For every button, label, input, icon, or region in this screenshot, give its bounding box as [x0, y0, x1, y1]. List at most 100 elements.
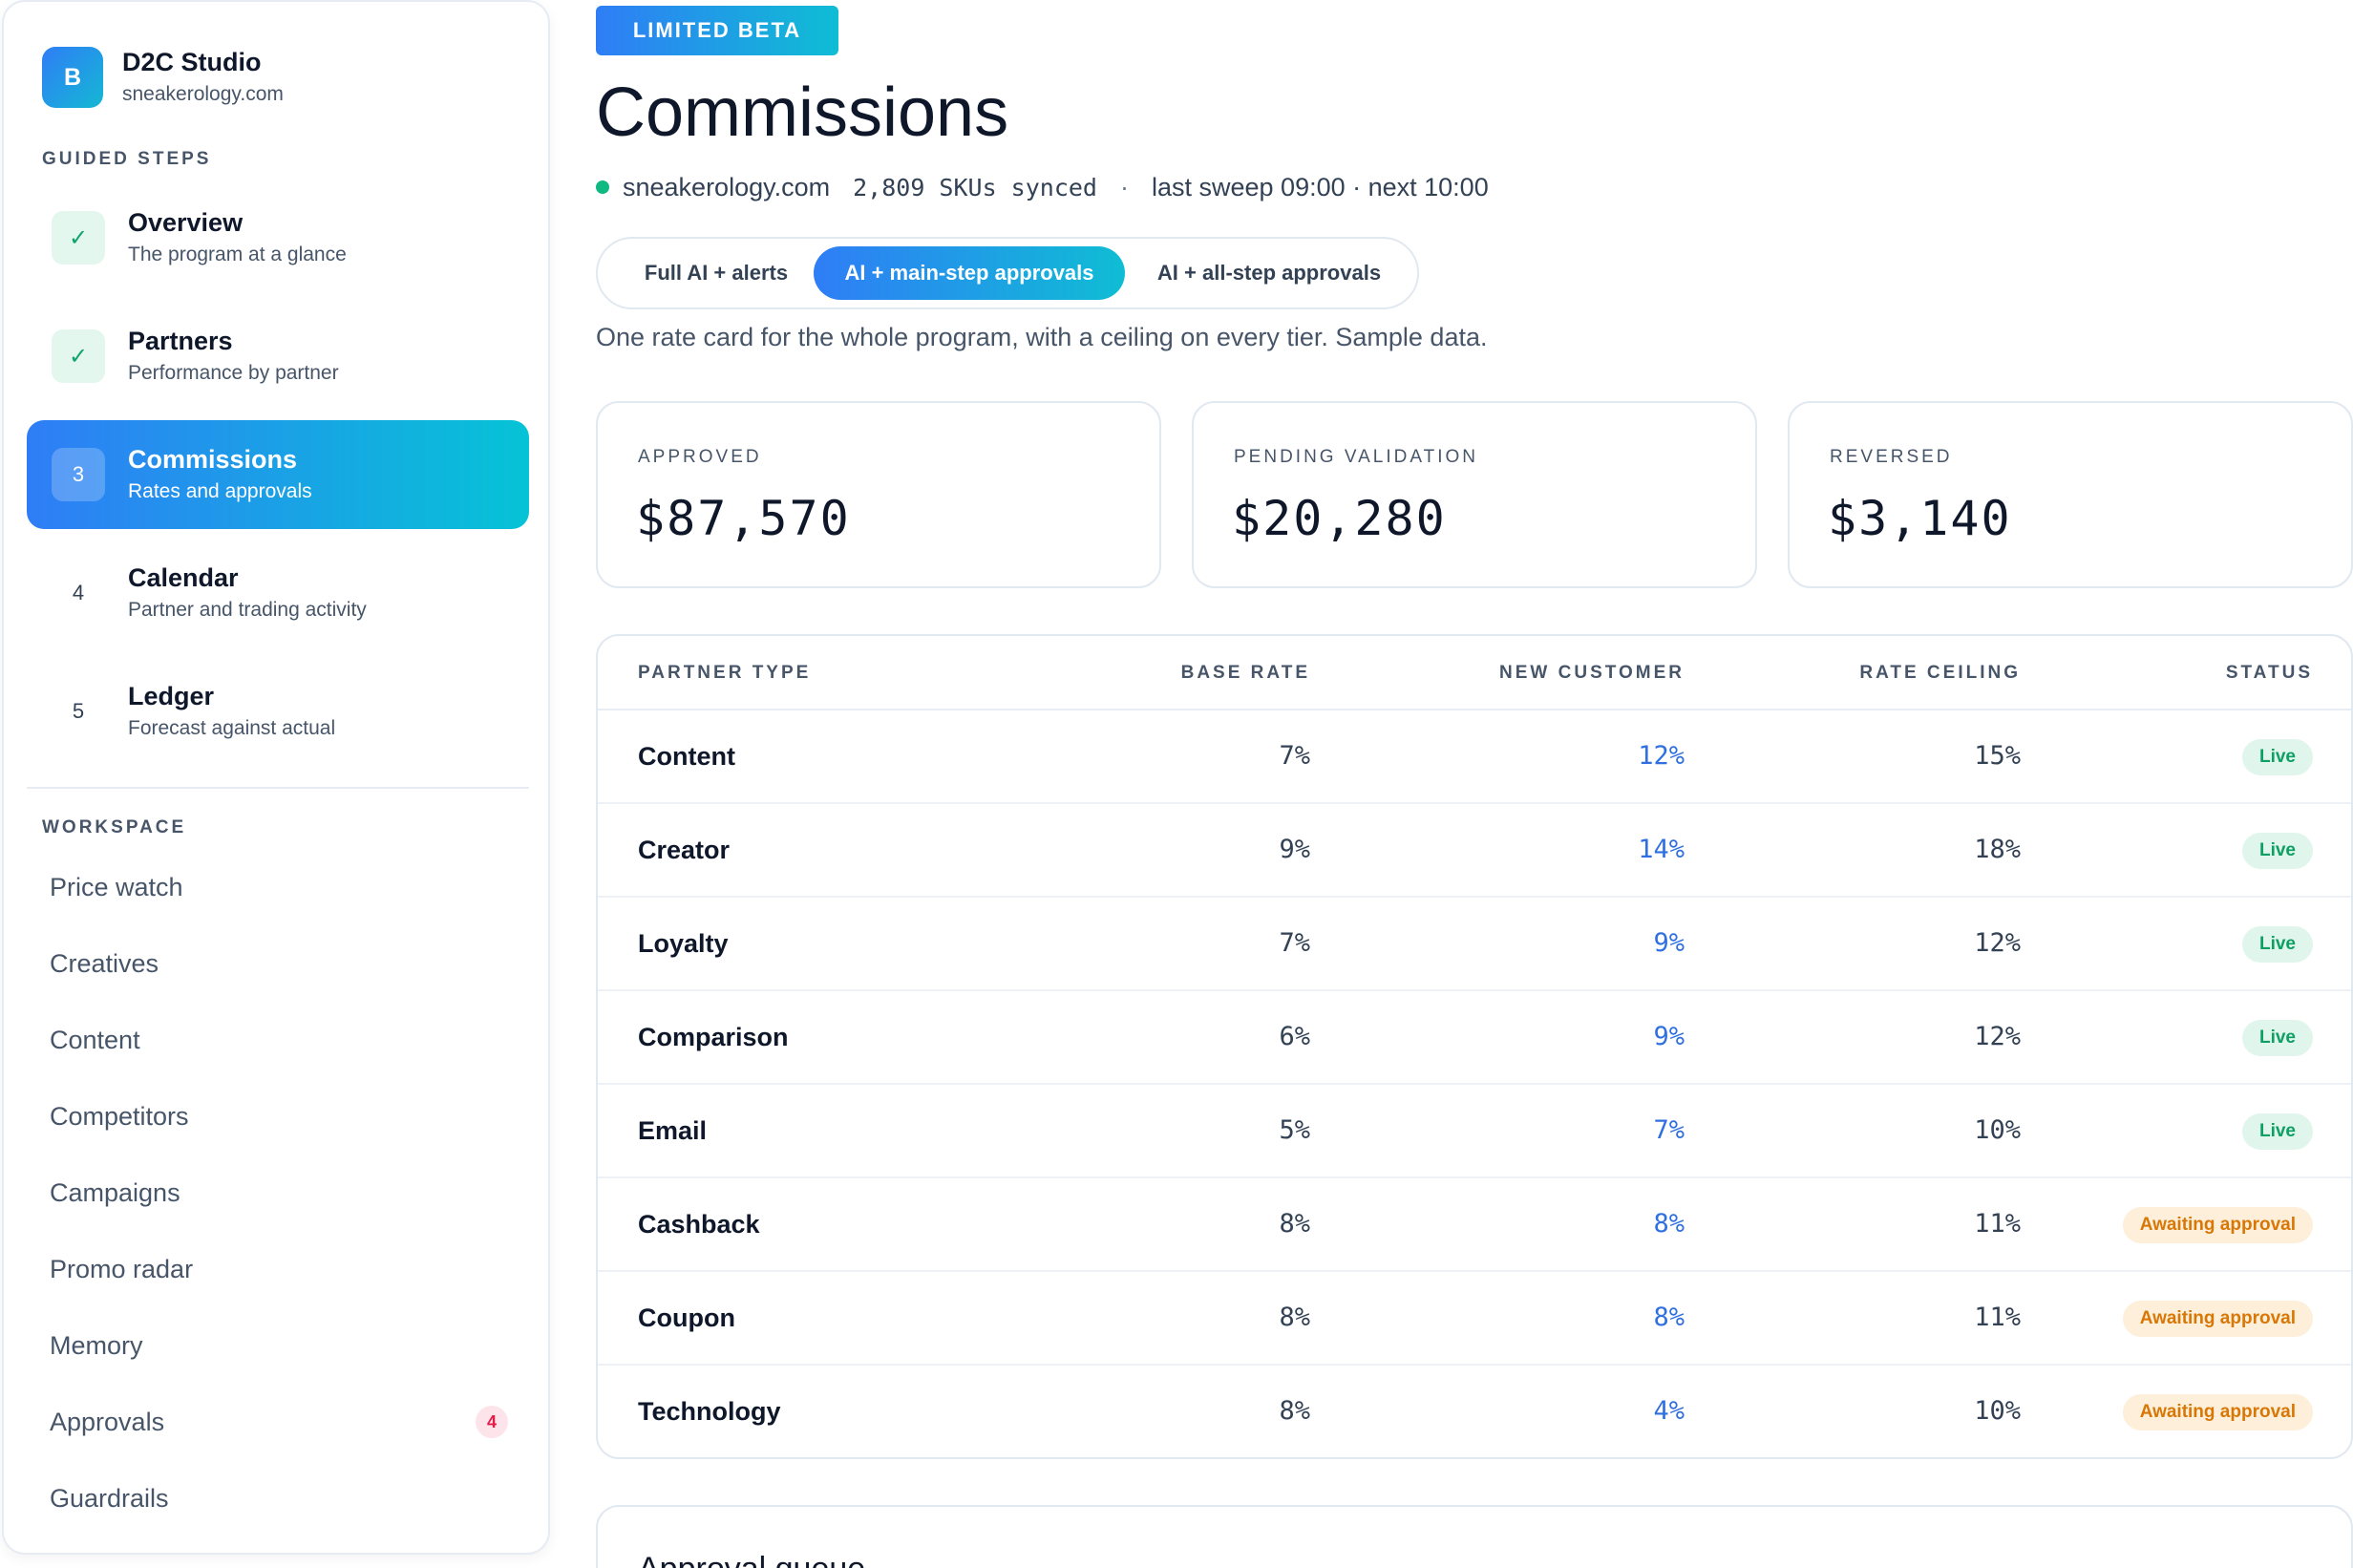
status-badge: Live — [2241, 833, 2313, 869]
step-overview[interactable]: ✓ Overview The program at a glance — [27, 183, 529, 292]
base-rate: 8% — [1279, 1396, 1310, 1426]
approval-mode-toggle: Full AI + alerts AI + main-step approval… — [596, 237, 1419, 309]
rate-ceiling: 10% — [1974, 1396, 2021, 1426]
workspace-item-memory[interactable]: Memory — [50, 1322, 518, 1369]
step-subtitle: Forecast against actual — [128, 717, 336, 739]
stat-value: $3,140 — [1828, 491, 2012, 546]
new-customer-rate: 8% — [1653, 1209, 1685, 1239]
check-icon: ✓ — [52, 329, 105, 383]
workspace-item-guardrails[interactable]: Guardrails — [50, 1474, 518, 1522]
table-header: PARTNER TYPE BASE RATE NEW CUSTOMER RATE… — [598, 636, 2351, 710]
workspace-item-competitors[interactable]: Competitors — [50, 1092, 518, 1140]
partner-type: Content — [638, 742, 735, 771]
rate-ceiling: 15% — [1974, 741, 2021, 771]
stat-reversed: REVERSED $3,140 — [1788, 401, 2353, 588]
brand-domain: sneakerology.com — [122, 83, 284, 105]
step-calendar[interactable]: 4 Calendar Partner and trading activity — [27, 539, 529, 647]
new-customer-rate: 12% — [1638, 741, 1685, 771]
base-rate: 7% — [1279, 928, 1310, 958]
approval-queue-title: Approval queue — [638, 1551, 865, 1568]
step-subtitle: Rates and approvals — [128, 480, 312, 502]
new-customer-rate: 7% — [1653, 1115, 1685, 1145]
stat-label: REVERSED — [1830, 447, 1953, 467]
rate-card-note: One rate card for the whole program, wit… — [596, 323, 1488, 351]
base-rate: 8% — [1279, 1209, 1310, 1239]
status-badge: Awaiting approval — [2122, 1207, 2313, 1243]
base-rate: 5% — [1279, 1115, 1310, 1145]
step-ledger[interactable]: 5 Ledger Forecast against actual — [27, 657, 529, 766]
stat-label: APPROVED — [638, 447, 762, 467]
mode-full-ai[interactable]: Full AI + alerts — [611, 246, 821, 300]
workspace-item-promo-radar[interactable]: Promo radar — [50, 1245, 518, 1293]
skus-synced: 2,809 SKUs synced — [853, 173, 1097, 201]
workspace-item-price-watch[interactable]: Price watch — [50, 863, 518, 911]
stat-approved: APPROVED $87,570 — [596, 401, 1161, 588]
table-row[interactable]: Email 5% 7% 10% Live — [598, 1085, 2351, 1178]
table-row[interactable]: Loyalty 7% 9% 12% Live — [598, 898, 2351, 991]
step-title: Ledger — [128, 682, 215, 710]
table-row[interactable]: Creator 9% 14% 18% Live — [598, 804, 2351, 898]
status-badge: Awaiting approval — [2122, 1301, 2313, 1337]
stat-pending-validation: PENDING VALIDATION $20,280 — [1192, 401, 1757, 588]
new-customer-rate: 4% — [1653, 1396, 1685, 1426]
brand[interactable]: B D2C Studio sneakerology.com — [42, 46, 284, 109]
step-subtitle: Partner and trading activity — [128, 599, 367, 621]
partner-type: Technology — [638, 1397, 781, 1426]
step-commissions[interactable]: 3 Commissions Rates and approvals — [27, 420, 529, 529]
brand-name: D2C Studio — [122, 48, 262, 76]
table-row[interactable]: Comparison 6% 9% 12% Live — [598, 991, 2351, 1085]
workspace-item-approvals[interactable]: Approvals 4 — [50, 1398, 518, 1446]
table-row[interactable]: Technology 8% 4% 10% Awaiting approval — [598, 1366, 2351, 1457]
col-status: STATUS — [2225, 663, 2313, 683]
sidebar: B D2C Studio sneakerology.com GUIDED STE… — [2, 0, 550, 1555]
step-subtitle: Performance by partner — [128, 362, 339, 384]
table-row[interactable]: Cashback 8% 8% 11% Awaiting approval — [598, 1178, 2351, 1272]
base-rate: 8% — [1279, 1303, 1310, 1332]
commission-rate-table: PARTNER TYPE BASE RATE NEW CUSTOMER RATE… — [596, 634, 2353, 1459]
approval-queue-card: Approval queue — [596, 1505, 2353, 1568]
step-text: Calendar Partner and trading activity — [128, 562, 367, 625]
table-row[interactable]: Content 7% 12% 15% Live — [598, 710, 2351, 804]
rate-ceiling: 12% — [1974, 1022, 2021, 1051]
new-customer-rate: 14% — [1638, 835, 1685, 864]
new-customer-rate: 8% — [1653, 1303, 1685, 1332]
workspace-item-label: Approvals — [50, 1407, 165, 1436]
step-number: 3 — [52, 448, 105, 501]
step-title: Overview — [128, 208, 244, 237]
approvals-count-badge: 4 — [476, 1406, 508, 1438]
partner-type: Email — [638, 1116, 708, 1145]
mode-all-step-approvals[interactable]: AI + all-step approvals — [1131, 246, 1408, 300]
partner-type: Creator — [638, 836, 731, 864]
status-badge: Live — [2241, 1020, 2313, 1056]
partner-type: Comparison — [638, 1023, 789, 1051]
step-title: Partners — [128, 327, 233, 355]
step-number: 5 — [72, 699, 85, 723]
workspace-item-content[interactable]: Content — [50, 1016, 518, 1064]
col-new-customer: NEW CUSTOMER — [1499, 663, 1685, 683]
step-title: Calendar — [128, 563, 239, 592]
sweep-times: last sweep 09:00 · next 10:00 — [1151, 172, 1489, 201]
rate-ceiling: 10% — [1974, 1115, 2021, 1145]
step-text: Commissions Rates and approvals — [128, 443, 312, 506]
table-row[interactable]: Coupon 8% 8% 11% Awaiting approval — [598, 1272, 2351, 1366]
step-text: Partners Performance by partner — [128, 325, 339, 388]
page-title: Commissions — [596, 74, 1009, 151]
stat-value: $20,280 — [1232, 491, 1447, 546]
workspace-item-campaigns[interactable]: Campaigns — [50, 1169, 518, 1217]
base-rate: 7% — [1279, 741, 1310, 771]
mode-main-step-approvals[interactable]: AI + main-step approvals — [814, 246, 1125, 300]
base-rate: 9% — [1279, 835, 1310, 864]
brand-text: D2C Studio sneakerology.com — [122, 46, 284, 109]
site-domain: sneakerology.com — [623, 172, 831, 201]
check-icon: ✓ — [52, 211, 105, 265]
workspace-item-creatives[interactable]: Creatives — [50, 940, 518, 987]
new-customer-rate: 9% — [1653, 1022, 1685, 1051]
step-partners[interactable]: ✓ Partners Performance by partner — [27, 302, 529, 411]
step-number: 4 — [72, 581, 85, 604]
partner-type: Cashback — [638, 1210, 760, 1239]
guided-steps-label: GUIDED STEPS — [42, 149, 212, 169]
step-title: Commissions — [128, 445, 298, 474]
col-partner-type: PARTNER TYPE — [638, 663, 812, 683]
partner-type: Coupon — [638, 1303, 735, 1332]
stat-label: PENDING VALIDATION — [1234, 447, 1478, 467]
